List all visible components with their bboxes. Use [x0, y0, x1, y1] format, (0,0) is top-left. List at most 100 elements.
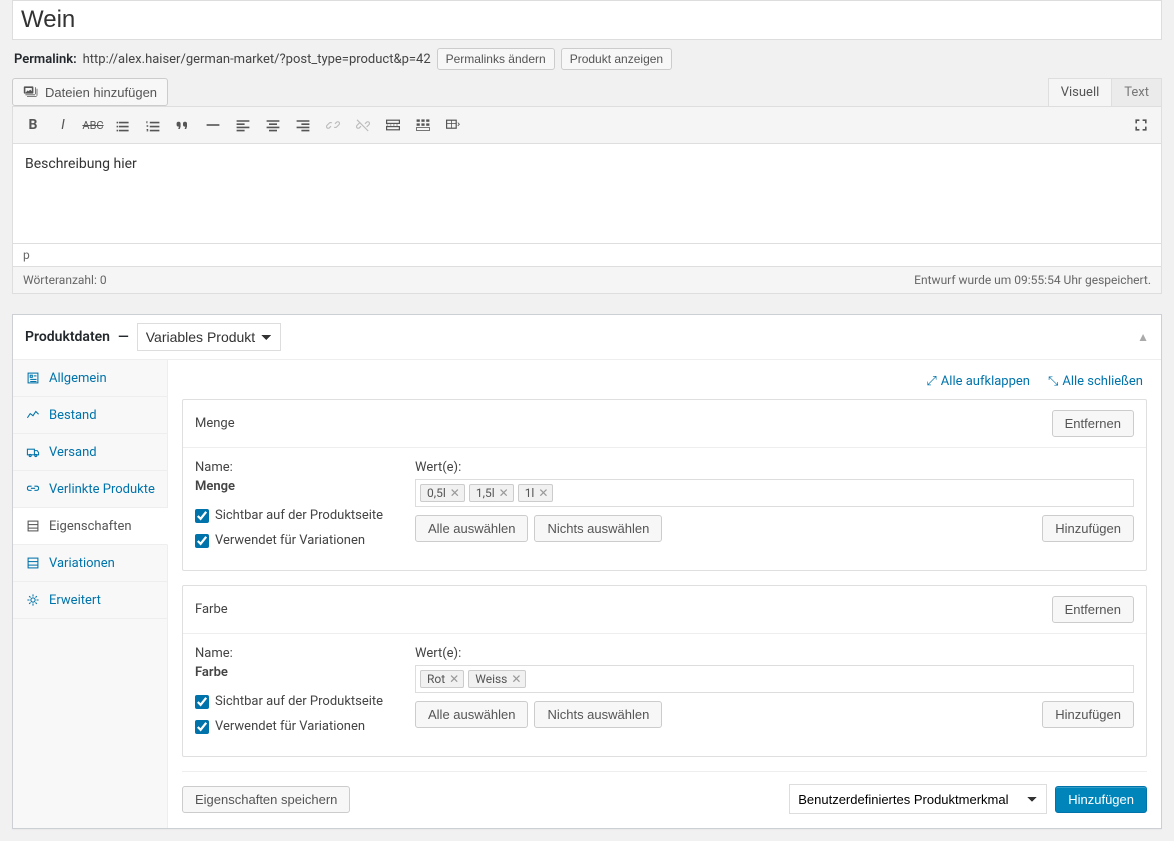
autosave-status: Entwurf wurde um 09:55:54 Uhr gespeicher…: [914, 273, 1151, 287]
collapse-all-link[interactable]: ⤡Alle schließen: [1048, 374, 1143, 389]
variations-checkbox-row[interactable]: Verwendet für Variationen: [195, 533, 395, 548]
editor-tabs: Visuell Text: [1049, 78, 1162, 106]
panel-collapse-handle[interactable]: ▲: [1137, 330, 1149, 344]
unlink-button[interactable]: [349, 111, 377, 139]
fullscreen-button[interactable]: [1127, 111, 1155, 139]
product-data-header: Produktdaten — Variables Produkt ▲: [13, 315, 1161, 360]
editor-toolbar: B I ABC: [12, 106, 1162, 144]
tab-linked-products[interactable]: Verlinkte Produkte: [13, 471, 167, 508]
tab-attributes[interactable]: Eigenschaften: [13, 508, 168, 545]
hr-button[interactable]: [199, 111, 227, 139]
expand-icon: ⤢: [926, 374, 936, 389]
add-media-button[interactable]: Dateien hinzufügen: [12, 78, 168, 106]
add-value-button[interactable]: Hinzufügen: [1042, 701, 1134, 728]
visible-checkbox-row[interactable]: Sichtbar auf der Produktseite: [195, 694, 395, 709]
tab-text[interactable]: Text: [1111, 78, 1162, 106]
select-all-button[interactable]: Alle auswählen: [415, 515, 528, 542]
toolbar-toggle-button[interactable]: [409, 111, 437, 139]
name-label: Name:: [195, 460, 395, 475]
remove-tag-icon[interactable]: ✕: [499, 486, 509, 500]
value-tag[interactable]: Rot✕: [420, 670, 464, 688]
title-box: [12, 0, 1162, 40]
product-data-panel: Produktdaten — Variables Produkt ▲ Allge…: [12, 314, 1162, 829]
values-label: Wert(e):: [415, 646, 1134, 661]
remove-tag-icon[interactable]: ✕: [449, 672, 459, 686]
blockquote-button[interactable]: [169, 111, 197, 139]
attribute-title: Farbe: [195, 602, 228, 617]
value-tag[interactable]: Weiss✕: [468, 670, 526, 688]
values-label: Wert(e):: [415, 460, 1134, 475]
attribute-name: Menge: [195, 479, 395, 494]
readmore-button[interactable]: [379, 111, 407, 139]
tab-visual[interactable]: Visuell: [1048, 78, 1113, 106]
align-left-button[interactable]: [229, 111, 257, 139]
italic-button[interactable]: I: [49, 111, 77, 139]
remove-tag-icon[interactable]: ✕: [538, 486, 548, 500]
editor-path: p: [12, 244, 1162, 267]
gear-icon: [25, 592, 41, 608]
add-value-button[interactable]: Hinzufügen: [1042, 515, 1134, 542]
remove-attribute-button[interactable]: Entfernen: [1052, 410, 1134, 437]
tab-advanced[interactable]: Erweitert: [13, 582, 167, 619]
variations-checkbox[interactable]: [195, 534, 209, 548]
attribute-box-menge: Menge Entfernen Name: Menge Sichtbar auf…: [182, 399, 1147, 571]
values-input[interactable]: Rot✕ Weiss✕: [415, 665, 1134, 693]
edit-permalink-button[interactable]: Permalinks ändern: [437, 48, 555, 70]
inventory-icon: [25, 407, 41, 423]
view-product-button[interactable]: Produkt anzeigen: [561, 48, 672, 70]
name-label: Name:: [195, 646, 395, 661]
shipping-icon: [25, 444, 41, 460]
remove-attribute-button[interactable]: Entfernen: [1052, 596, 1134, 623]
value-tag[interactable]: 1l✕: [518, 484, 554, 502]
visible-checkbox[interactable]: [195, 695, 209, 709]
expand-all-link[interactable]: ⤢Alle aufklappen: [926, 374, 1030, 389]
editor-content[interactable]: Beschreibung hier: [12, 144, 1162, 244]
remove-tag-icon[interactable]: ✕: [450, 486, 460, 500]
select-none-button[interactable]: Nichts auswählen: [534, 701, 662, 728]
align-center-button[interactable]: [259, 111, 287, 139]
linked-icon: [25, 481, 41, 497]
variations-checkbox[interactable]: [195, 720, 209, 734]
visible-checkbox-row[interactable]: Sichtbar auf der Produktseite: [195, 508, 395, 523]
visible-checkbox[interactable]: [195, 509, 209, 523]
tab-inventory[interactable]: Bestand: [13, 397, 167, 434]
value-tag[interactable]: 0,5l✕: [420, 484, 465, 502]
numbered-list-button[interactable]: [139, 111, 167, 139]
post-title-input[interactable]: [21, 4, 1153, 36]
bold-button[interactable]: B: [19, 111, 47, 139]
general-icon: [25, 370, 41, 386]
custom-attribute-select[interactable]: Benutzerdefiniertes Produktmerkmal: [789, 784, 1047, 814]
values-input[interactable]: 0,5l✕ 1,5l✕ 1l✕: [415, 479, 1134, 507]
editor-wrap: Dateien hinzufügen Visuell Text B I ABC: [12, 78, 1162, 294]
attribute-name: Farbe: [195, 665, 395, 680]
product-tabs: Allgemein Bestand Versand Verlinkte Prod…: [13, 360, 168, 828]
select-all-button[interactable]: Alle auswählen: [415, 701, 528, 728]
align-right-button[interactable]: [289, 111, 317, 139]
permalink-url: http://alex.haiser/german-market/?post_t…: [83, 52, 431, 67]
table-button[interactable]: [439, 111, 467, 139]
permalink-row: Permalink: http://alex.haiser/german-mar…: [0, 40, 1174, 78]
variations-checkbox-row[interactable]: Verwendet für Variationen: [195, 719, 395, 734]
attributes-icon: [25, 518, 41, 534]
attribute-title: Menge: [195, 416, 235, 431]
attributes-bottom-bar: Eigenschaften speichern Benutzerdefinier…: [182, 771, 1147, 814]
panel-title: Produktdaten: [25, 329, 110, 345]
editor-status-bar: Wörteranzahl: 0 Entwurf wurde um 09:55:5…: [12, 267, 1162, 294]
media-icon: [23, 84, 39, 100]
strike-button[interactable]: ABC: [79, 111, 107, 139]
tab-shipping[interactable]: Versand: [13, 434, 167, 471]
remove-tag-icon[interactable]: ✕: [511, 672, 521, 686]
tab-variations[interactable]: Variationen: [13, 545, 167, 582]
add-attribute-button[interactable]: Hinzufügen: [1055, 786, 1147, 813]
attribute-box-farbe: Farbe Entfernen Name: Farbe Sichtbar auf…: [182, 585, 1147, 757]
select-none-button[interactable]: Nichts auswählen: [534, 515, 662, 542]
save-attributes-button[interactable]: Eigenschaften speichern: [182, 786, 350, 813]
collapse-icon: ⤡: [1048, 374, 1058, 389]
permalink-label: Permalink:: [14, 52, 77, 67]
tab-general[interactable]: Allgemein: [13, 360, 167, 397]
attributes-content: ⤢Alle aufklappen ⤡Alle schließen Menge E…: [168, 360, 1161, 828]
bulleted-list-button[interactable]: [109, 111, 137, 139]
product-type-select[interactable]: Variables Produkt: [137, 323, 281, 351]
value-tag[interactable]: 1,5l✕: [469, 484, 514, 502]
link-button[interactable]: [319, 111, 347, 139]
